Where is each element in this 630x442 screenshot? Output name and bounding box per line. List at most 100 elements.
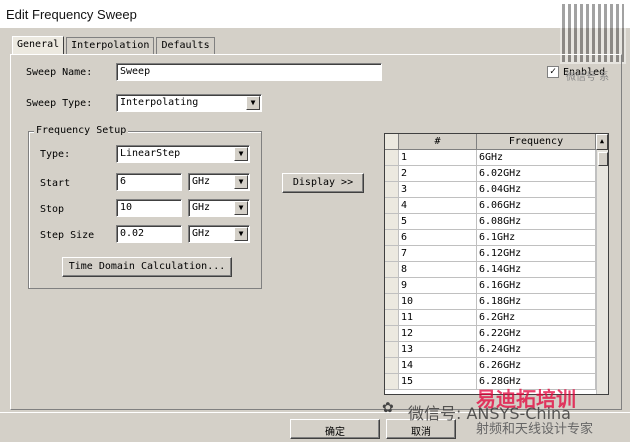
frequency-cell[interactable]: 6.2GHz <box>477 310 596 325</box>
table-row[interactable]: 7 6.12GHz <box>385 246 596 262</box>
frequency-cell[interactable]: 6GHz <box>477 150 596 165</box>
step-size-unit-select[interactable]: GHz ▼ <box>188 225 250 243</box>
row-header[interactable] <box>385 166 399 181</box>
column-header-index[interactable]: # <box>399 134 477 149</box>
row-header[interactable] <box>385 182 399 197</box>
sweep-type-label: Sweep Type: <box>26 98 93 109</box>
start-input[interactable]: 6 <box>116 173 182 191</box>
table-row[interactable]: 11 6.2GHz <box>385 310 596 326</box>
row-index-cell[interactable]: 12 <box>399 326 477 341</box>
table-row[interactable]: 6 6.1GHz <box>385 230 596 246</box>
table-row[interactable]: 1 6GHz <box>385 150 596 166</box>
table-row[interactable]: 13 6.24GHz <box>385 342 596 358</box>
start-unit-select[interactable]: GHz ▼ <box>188 173 250 191</box>
enabled-checkbox[interactable]: ✓ <box>547 66 559 78</box>
sweep-name-label: Sweep Name: <box>26 67 93 78</box>
row-index-cell[interactable]: 10 <box>399 294 477 309</box>
row-index-cell[interactable]: 7 <box>399 246 477 261</box>
row-index-cell[interactable]: 8 <box>399 262 477 277</box>
chevron-down-icon[interactable]: ▼ <box>234 227 248 241</box>
frequency-cell[interactable]: 6.22GHz <box>477 326 596 341</box>
frequency-cell[interactable]: 6.16GHz <box>477 278 596 293</box>
row-header[interactable] <box>385 214 399 229</box>
table-row[interactable]: 14 6.26GHz <box>385 358 596 374</box>
tab-interpolation[interactable]: Interpolation <box>66 37 155 54</box>
start-label: Start <box>40 178 71 189</box>
row-index-cell[interactable]: 14 <box>399 358 477 373</box>
table-row[interactable]: 8 6.14GHz <box>385 262 596 278</box>
ok-button[interactable]: 确定 <box>290 419 380 439</box>
table-header: # Frequency <box>385 134 608 150</box>
row-header[interactable] <box>385 198 399 213</box>
step-size-label: Step Size <box>40 230 95 241</box>
row-header[interactable] <box>385 326 399 341</box>
chevron-down-icon[interactable]: ▼ <box>234 175 248 189</box>
tab-general[interactable]: General <box>12 36 65 55</box>
row-header[interactable] <box>385 230 399 245</box>
row-header[interactable] <box>385 374 399 389</box>
chevron-down-icon[interactable]: ▼ <box>246 96 260 110</box>
sweep-name-input[interactable]: Sweep <box>116 63 382 81</box>
row-header[interactable] <box>385 246 399 261</box>
frequency-cell[interactable]: 6.18GHz <box>477 294 596 309</box>
time-domain-calculation-button[interactable]: Time Domain Calculation... <box>62 257 232 277</box>
display-button[interactable]: Display >> <box>282 173 364 193</box>
row-header[interactable] <box>385 310 399 325</box>
frequency-cell[interactable]: 6.26GHz <box>477 358 596 373</box>
row-header[interactable] <box>385 358 399 373</box>
row-header[interactable] <box>385 294 399 309</box>
chevron-down-icon[interactable]: ▼ <box>234 147 248 161</box>
type-label: Type: <box>40 149 71 160</box>
row-header[interactable] <box>385 262 399 277</box>
row-index-cell[interactable]: 4 <box>399 198 477 213</box>
frequency-cell[interactable]: 6.1GHz <box>477 230 596 245</box>
sweep-type-select[interactable]: Interpolating ▼ <box>116 94 262 112</box>
row-index-cell[interactable]: 5 <box>399 214 477 229</box>
frequency-cell[interactable]: 6.24GHz <box>477 342 596 357</box>
table-row[interactable]: 10 6.18GHz <box>385 294 596 310</box>
scrollbar-thumb[interactable] <box>598 152 608 166</box>
frequency-cell[interactable]: 6.02GHz <box>477 166 596 181</box>
table-row[interactable]: 5 6.08GHz <box>385 214 596 230</box>
frequency-setup-title: Frequency Setup <box>34 125 129 136</box>
stop-input[interactable]: 10 <box>116 199 182 217</box>
frequency-cell[interactable]: 6.14GHz <box>477 262 596 277</box>
wechat-icon: ✿ <box>382 400 394 416</box>
stop-unit-value: GHz <box>192 202 211 213</box>
row-index-cell[interactable]: 3 <box>399 182 477 197</box>
table-row[interactable]: 4 6.06GHz <box>385 198 596 214</box>
vertical-scrollbar[interactable] <box>596 150 608 394</box>
row-index-cell[interactable]: 1 <box>399 150 477 165</box>
scroll-up-arrow-icon[interactable]: ▲ <box>596 134 608 150</box>
chevron-down-icon[interactable]: ▼ <box>234 201 248 215</box>
table-row[interactable]: 12 6.22GHz <box>385 326 596 342</box>
frequency-table: # Frequency ▲ 1 6GHz 2 6.02GHz 3 6.04GHz 4 6.06… <box>384 133 609 395</box>
step-size-input[interactable]: 0.02 <box>116 225 182 243</box>
tab-bar: General Interpolation Defaults <box>12 36 217 55</box>
row-header[interactable] <box>385 278 399 293</box>
stop-label: Stop <box>40 204 65 215</box>
watermark-logo: 易迪拓培训 <box>476 387 576 411</box>
table-row[interactable]: 9 6.16GHz <box>385 278 596 294</box>
row-header[interactable] <box>385 342 399 357</box>
table-body: 1 6GHz 2 6.02GHz 3 6.04GHz 4 6.06GHz 5 6.08GHz 6 6.… <box>385 150 596 390</box>
row-header-corner <box>385 134 399 149</box>
table-row[interactable]: 2 6.02GHz <box>385 166 596 182</box>
frequency-cell[interactable]: 6.04GHz <box>477 182 596 197</box>
row-index-cell[interactable]: 6 <box>399 230 477 245</box>
sweep-type-value: Interpolating <box>120 97 199 108</box>
row-index-cell[interactable]: 15 <box>399 374 477 389</box>
type-select[interactable]: LinearStep ▼ <box>116 145 250 163</box>
tab-defaults[interactable]: Defaults <box>156 37 215 54</box>
table-row[interactable]: 3 6.04GHz <box>385 182 596 198</box>
row-index-cell[interactable]: 13 <box>399 342 477 357</box>
frequency-cell[interactable]: 6.06GHz <box>477 198 596 213</box>
frequency-cell[interactable]: 6.12GHz <box>477 246 596 261</box>
stop-unit-select[interactable]: GHz ▼ <box>188 199 250 217</box>
row-header[interactable] <box>385 150 399 165</box>
frequency-cell[interactable]: 6.08GHz <box>477 214 596 229</box>
row-index-cell[interactable]: 2 <box>399 166 477 181</box>
row-index-cell[interactable]: 9 <box>399 278 477 293</box>
column-header-frequency[interactable]: Frequency <box>477 134 596 149</box>
row-index-cell[interactable]: 11 <box>399 310 477 325</box>
